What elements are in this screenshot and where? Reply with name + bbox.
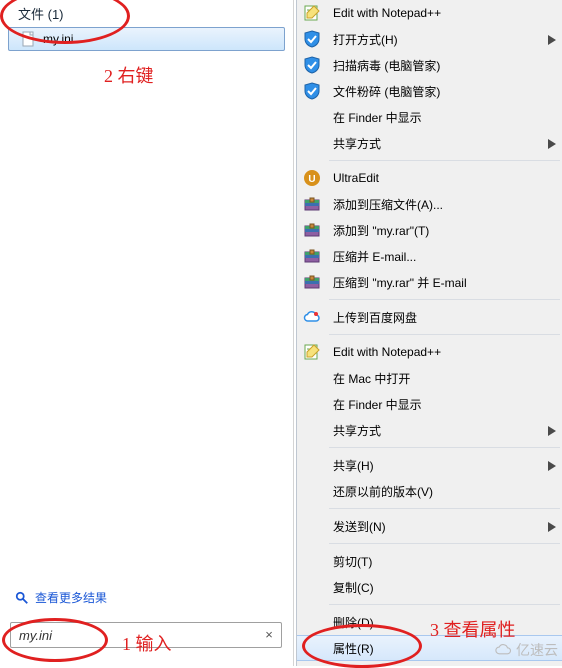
submenu-arrow-icon <box>548 425 556 435</box>
see-more-label: 查看更多结果 <box>35 589 107 606</box>
menu-separator <box>329 447 560 448</box>
menu-item-label: 扫描病毒 (电脑管家) <box>333 57 440 74</box>
winrar-icon <box>303 195 321 213</box>
watermark: 亿速云 <box>494 640 558 660</box>
menu-item-label: 删除(D) <box>333 614 374 631</box>
menu-item[interactable]: 在 Finder 中显示 <box>297 391 562 417</box>
menu-item-label: 剪切(T) <box>333 553 372 570</box>
submenu-arrow-icon <box>548 521 556 531</box>
menu-item-label: 文件粉碎 (电脑管家) <box>333 83 440 100</box>
file-result-row[interactable]: my.ini <box>8 27 285 51</box>
menu-item-label: 还原以前的版本(V) <box>333 483 433 500</box>
menu-item[interactable]: 压缩到 "my.rar" 并 E-mail <box>297 269 562 295</box>
search-input[interactable] <box>19 628 261 643</box>
menu-item[interactable]: 扫描病毒 (电脑管家) <box>297 52 562 78</box>
svg-text:U: U <box>308 174 315 185</box>
blank-icon <box>303 517 321 535</box>
menu-separator <box>329 299 560 300</box>
menu-item[interactable]: 共享(H) <box>297 452 562 478</box>
shield-blue-icon <box>303 30 321 48</box>
submenu-arrow-icon <box>548 34 556 44</box>
menu-item-label: 添加到 "my.rar"(T) <box>333 222 429 239</box>
menu-item-label: Edit with Notepad++ <box>333 6 441 20</box>
search-results-pane: 文件 (1) my.ini 查看更多结果 × <box>0 0 294 666</box>
menu-item[interactable]: 发送到(N) <box>297 513 562 539</box>
file-icon <box>21 31 37 47</box>
menu-item-label: 复制(C) <box>333 579 374 596</box>
search-input-wrap[interactable]: × <box>10 622 282 648</box>
menu-item[interactable]: 添加到 "my.rar"(T) <box>297 217 562 243</box>
ultraedit-icon: U <box>303 169 321 187</box>
menu-item[interactable]: 文件粉碎 (电脑管家) <box>297 78 562 104</box>
menu-item[interactable]: 共享方式 <box>297 417 562 443</box>
menu-item[interactable]: 在 Mac 中打开 <box>297 365 562 391</box>
menu-item[interactable]: Edit with Notepad++ <box>297 339 562 365</box>
menu-item-label: UltraEdit <box>333 171 379 185</box>
menu-item-label: 压缩并 E-mail... <box>333 248 416 265</box>
menu-item[interactable]: Edit with Notepad++ <box>297 0 562 26</box>
blank-icon <box>303 613 321 631</box>
notepad-icon <box>303 4 321 22</box>
shield-blue-icon <box>303 82 321 100</box>
menu-item[interactable]: U UltraEdit <box>297 165 562 191</box>
menu-item[interactable]: 上传到百度网盘 <box>297 304 562 330</box>
menu-separator <box>329 160 560 161</box>
blank-icon <box>303 108 321 126</box>
clear-icon[interactable]: × <box>261 627 277 643</box>
menu-item-label: 属性(R) <box>333 640 374 657</box>
baidu-cloud-icon <box>303 308 321 326</box>
submenu-arrow-icon <box>548 460 556 470</box>
blank-icon <box>303 134 321 152</box>
file-name-label: my.ini <box>43 32 73 46</box>
menu-item[interactable]: 添加到压缩文件(A)... <box>297 191 562 217</box>
menu-item[interactable]: 删除(D) <box>297 609 562 635</box>
menu-item[interactable]: 剪切(T) <box>297 548 562 574</box>
winrar-icon <box>303 273 321 291</box>
watermark-text: 亿速云 <box>516 640 558 660</box>
menu-item-label: 在 Finder 中显示 <box>333 109 422 126</box>
cloud-icon <box>494 643 512 657</box>
winrar-icon <box>303 221 321 239</box>
menu-item[interactable]: 压缩并 E-mail... <box>297 243 562 269</box>
blank-icon <box>303 578 321 596</box>
blank-icon <box>303 421 321 439</box>
notepad-icon <box>303 343 321 361</box>
menu-item-label: 在 Mac 中打开 <box>333 370 410 387</box>
menu-item-label: 共享方式 <box>333 135 381 152</box>
menu-item-label: 共享方式 <box>333 422 381 439</box>
blank-icon <box>303 369 321 387</box>
group-header: 文件 (1) <box>0 0 293 25</box>
menu-item-label: 共享(H) <box>333 457 374 474</box>
menu-item-label: 发送到(N) <box>333 518 386 535</box>
menu-separator <box>329 334 560 335</box>
menu-item-label: 压缩到 "my.rar" 并 E-mail <box>333 274 467 291</box>
search-icon <box>15 591 29 605</box>
context-menu: Edit with Notepad++ 打开方式(H) 扫描病毒 (电脑管家) 文件粉… <box>296 0 562 666</box>
menu-item-label: 上传到百度网盘 <box>333 309 417 326</box>
menu-item-label: Edit with Notepad++ <box>333 345 441 359</box>
menu-item[interactable]: 打开方式(H) <box>297 26 562 52</box>
menu-item-label: 在 Finder 中显示 <box>333 396 422 413</box>
blank-icon <box>303 640 321 658</box>
see-more-results-link[interactable]: 查看更多结果 <box>15 589 107 606</box>
menu-item-label: 添加到压缩文件(A)... <box>333 196 443 213</box>
blank-icon <box>303 395 321 413</box>
shield-blue-icon <box>303 56 321 74</box>
menu-separator <box>329 604 560 605</box>
menu-item-label: 打开方式(H) <box>333 31 398 48</box>
blank-icon <box>303 552 321 570</box>
menu-item[interactable]: 还原以前的版本(V) <box>297 478 562 504</box>
blank-icon <box>303 482 321 500</box>
blank-icon <box>303 456 321 474</box>
menu-item[interactable]: 共享方式 <box>297 130 562 156</box>
menu-separator <box>329 543 560 544</box>
menu-separator <box>329 508 560 509</box>
submenu-arrow-icon <box>548 138 556 148</box>
menu-item[interactable]: 在 Finder 中显示 <box>297 104 562 130</box>
menu-item[interactable]: 复制(C) <box>297 574 562 600</box>
winrar-icon <box>303 247 321 265</box>
